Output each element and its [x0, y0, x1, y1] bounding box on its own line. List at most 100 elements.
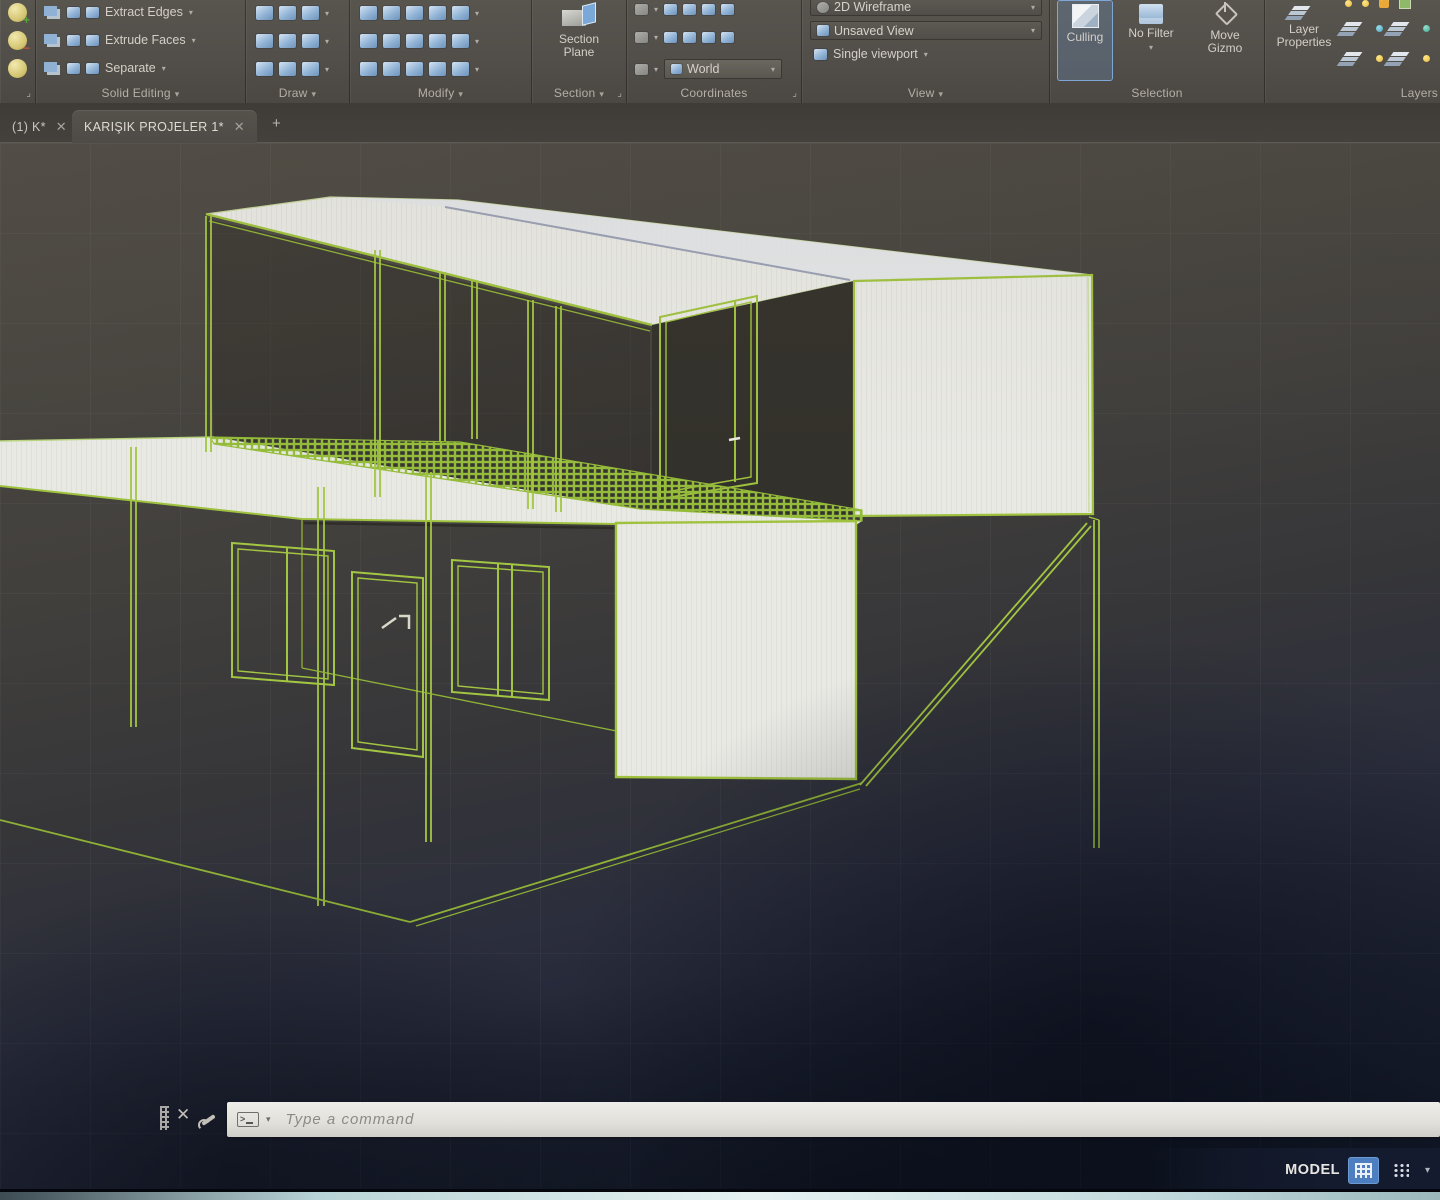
dropdown-icon[interactable]: ▾ — [189, 8, 193, 17]
panel-launcher-icon[interactable]: ⌟ — [617, 88, 622, 99]
move-icon[interactable] — [360, 6, 377, 20]
circle-icon[interactable] — [302, 34, 319, 48]
command-bar-customize-icon[interactable] — [198, 1109, 218, 1129]
modify-panel-label[interactable]: Modify▾ — [350, 86, 531, 100]
selection-panel-label[interactable]: Selection — [1050, 86, 1264, 100]
polyline-icon[interactable] — [256, 6, 273, 20]
ucs-icon-show-icon[interactable] — [635, 64, 648, 75]
arc-icon[interactable] — [302, 6, 319, 20]
filter-button[interactable]: No Filter ▾ — [1120, 1, 1182, 80]
tab-karisik-projeler[interactable]: KARIŞIK PROJELER 1* ✕ — [72, 110, 257, 143]
subtract-solid-icon[interactable] — [44, 34, 57, 44]
dropdown-icon[interactable]: ▾ — [192, 36, 196, 45]
command-bar[interactable]: > ▾ Type a command — [227, 1102, 1440, 1137]
view-panel-label[interactable]: View▾ — [802, 86, 1049, 100]
trim-icon[interactable] — [452, 6, 469, 20]
culling-toggle[interactable]: Culling — [1058, 1, 1112, 80]
line-icon[interactable] — [279, 34, 296, 48]
ucs-named-icon[interactable] — [635, 32, 648, 43]
copy-icon[interactable] — [429, 6, 446, 20]
layer-match-icon[interactable] — [1376, 55, 1383, 62]
snap-settings-dropdown-icon[interactable]: ▾ — [1425, 1165, 1430, 1176]
wedge-icon[interactable] — [67, 63, 80, 74]
new-tab-button[interactable]: + — [272, 115, 281, 132]
3d-scale-icon[interactable] — [383, 62, 400, 76]
coordinates-panel-label[interactable]: Coordinates — [627, 86, 801, 100]
layer-on-icon[interactable] — [1345, 0, 1352, 7]
section-plane-button[interactable]: Section Plane — [546, 1, 612, 80]
viewport-config-button[interactable]: Single viewport — [833, 47, 918, 61]
layer-bulb-icon[interactable] — [1376, 25, 1383, 32]
intersect-icon[interactable] — [8, 59, 27, 78]
tab-drawing-1[interactable]: (1) K* ✕ — [0, 110, 79, 143]
section-panel-label[interactable]: Section▾ — [532, 86, 626, 100]
shell-icon[interactable] — [67, 35, 80, 46]
rotate-icon[interactable] — [406, 34, 423, 48]
layer-color-icon[interactable] — [1399, 0, 1411, 9]
layer-lock-icon[interactable] — [1379, 0, 1389, 8]
ucs-3point-icon[interactable] — [721, 32, 734, 43]
viewport-config-icon[interactable] — [814, 49, 827, 60]
ucs-icon[interactable] — [635, 4, 648, 15]
chamfer-icon[interactable] — [452, 34, 469, 48]
union-solid-icon[interactable] — [44, 6, 57, 16]
ucs-dropdown[interactable]: World ▾ — [664, 59, 782, 79]
model-space-button[interactable]: MODEL — [1285, 1162, 1340, 1178]
ucs-object-icon[interactable] — [721, 4, 734, 15]
extract-edges-icon[interactable] — [86, 7, 99, 18]
ucs-z-axis-icon[interactable] — [683, 32, 696, 43]
spline-fit-icon[interactable] — [256, 34, 273, 48]
extrude-faces-button[interactable]: Extrude Faces — [105, 33, 186, 47]
command-prompt-icon[interactable]: > — [237, 1112, 259, 1127]
erase-icon[interactable] — [360, 62, 377, 76]
ucs-world-icon[interactable] — [664, 4, 677, 15]
layers-panel-label[interactable]: Layers — [1265, 86, 1440, 100]
named-view-dropdown[interactable]: Unsaved View ▾ — [810, 21, 1042, 40]
ucs-origin-icon[interactable] — [664, 32, 677, 43]
array-icon[interactable] — [452, 62, 469, 76]
ellipse-icon[interactable] — [302, 62, 319, 76]
command-input[interactable]: Type a command — [286, 1111, 415, 1128]
panel-launcher-icon[interactable]: ⌟ — [792, 88, 797, 99]
fillet-icon[interactable] — [360, 34, 377, 48]
slice-icon[interactable] — [67, 7, 80, 18]
3d-move-icon[interactable] — [406, 6, 423, 20]
draw-panel-label[interactable]: Draw▾ — [246, 86, 349, 100]
ucs-previous-icon[interactable] — [683, 4, 696, 15]
grid-display-toggle[interactable] — [1349, 1158, 1378, 1183]
panel-launcher-icon[interactable]: ⌟ — [26, 88, 31, 99]
solid-editing-panel-label[interactable]: Solid Editing▾ — [36, 86, 245, 100]
polygon-icon[interactable] — [256, 62, 273, 76]
subtract-icon[interactable]: − — [8, 31, 27, 50]
spline-icon[interactable] — [279, 6, 296, 20]
3d-rotate-icon[interactable] — [383, 34, 400, 48]
extrude-faces-icon[interactable] — [86, 35, 99, 46]
3d-align-icon[interactable] — [383, 6, 400, 20]
layer-snowflake-icon[interactable] — [1423, 25, 1430, 32]
command-history-icon[interactable]: ▾ — [266, 1114, 271, 1125]
separate-button[interactable]: Separate — [105, 61, 156, 75]
ucs-2point-icon[interactable] — [702, 32, 715, 43]
extract-edges-button[interactable]: Extract Edges — [105, 5, 183, 19]
ucs-face-icon[interactable] — [702, 4, 715, 15]
rectangle-icon[interactable] — [279, 62, 296, 76]
snap-mode-toggle[interactable] — [1387, 1158, 1416, 1183]
layer-vpfreeze-icon[interactable] — [1423, 55, 1430, 62]
layer-freeze-icon[interactable] — [1344, 22, 1363, 26]
layer-walk-icon[interactable] — [1391, 52, 1410, 56]
layer-unisolate-icon[interactable] — [1344, 52, 1363, 56]
visual-style-dropdown[interactable]: 2D Wireframe ▾ — [810, 0, 1042, 16]
layer-properties-button[interactable]: Layer Properties — [1271, 1, 1337, 80]
scale-icon[interactable] — [406, 62, 423, 76]
drawing-viewport[interactable] — [0, 143, 1440, 1192]
close-tab-icon[interactable]: ✕ — [234, 119, 245, 135]
command-bar-grip[interactable] — [160, 1106, 169, 1130]
close-tab-icon[interactable]: ✕ — [56, 119, 67, 135]
layer-thaw-icon[interactable] — [1362, 0, 1369, 7]
layer-isolate-icon[interactable] — [1391, 22, 1410, 26]
offset-icon[interactable] — [429, 62, 446, 76]
gizmo-button[interactable]: Move Gizmo — [1196, 1, 1254, 80]
mirror-icon[interactable] — [429, 34, 446, 48]
union-icon[interactable]: + — [8, 3, 27, 22]
separate-icon[interactable] — [86, 63, 99, 74]
